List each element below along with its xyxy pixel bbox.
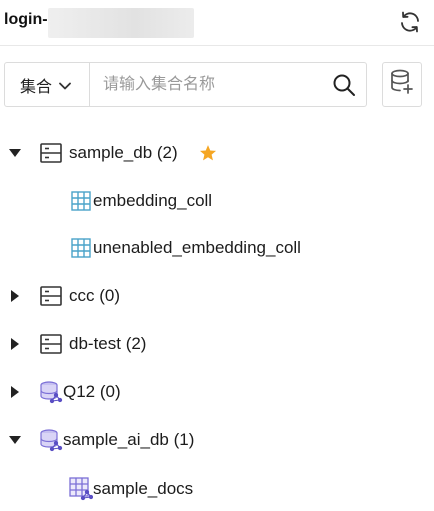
tree-item-label: sample_docs <box>93 479 194 498</box>
redacted-instance-name <box>48 8 194 38</box>
ai-database-icon <box>39 428 63 452</box>
collection-search-input[interactable] <box>91 64 325 105</box>
tree-item-unenabled-embedding-coll[interactable]: unenabled_embedding_coll <box>0 228 434 268</box>
search-icon[interactable] <box>329 70 359 100</box>
add-database-button[interactable] <box>382 62 422 107</box>
caret-down-icon[interactable] <box>8 433 22 447</box>
caret-right-icon[interactable] <box>8 385 22 399</box>
instance-title: login- <box>4 11 48 28</box>
tree-item-embedding-coll[interactable]: embedding_coll <box>0 181 434 221</box>
header-bar: login- <box>0 0 434 46</box>
tree-item-q12[interactable]: Q12 (0) <box>0 372 434 412</box>
tree-item-sample-docs[interactable]: sample_docs <box>0 469 434 509</box>
tree-item-label: unenabled_embedding_coll <box>93 238 301 257</box>
chevron-down-icon <box>59 77 71 95</box>
tree-item-label: ccc (0) <box>69 286 120 305</box>
ai-database-icon <box>39 380 63 404</box>
tree-item-sample-db[interactable]: sample_db (2) <box>0 133 434 173</box>
tree-item-label: sample_ai_db (1) <box>63 430 195 449</box>
caret-right-icon[interactable] <box>8 337 22 351</box>
tree-item-sample-ai-db[interactable]: sample_ai_db (1) <box>0 420 434 460</box>
tree-item-db-test[interactable]: db-test (2) <box>0 324 434 364</box>
tree-item-label: sample_db (2) <box>69 143 178 162</box>
search-scope-label: 集合 <box>20 78 53 96</box>
tree-item-label: embedding_coll <box>93 191 213 210</box>
tree-item-label: db-test (2) <box>69 334 147 353</box>
tree-item-ccc[interactable]: ccc (0) <box>0 276 434 316</box>
star-icon[interactable] <box>199 144 217 162</box>
database-add-icon <box>390 69 414 100</box>
caret-down-icon[interactable] <box>8 146 22 160</box>
database-icon <box>40 334 62 354</box>
refresh-icon[interactable] <box>396 8 424 36</box>
collection-table-icon <box>71 191 91 211</box>
search-bar: 集合 <box>4 62 367 107</box>
caret-right-icon[interactable] <box>8 289 22 303</box>
database-icon <box>40 286 62 306</box>
search-scope-select[interactable]: 集合 <box>5 63 90 106</box>
tree-item-label: Q12 (0) <box>63 382 121 401</box>
ai-collection-icon <box>69 477 93 501</box>
collection-table-icon <box>71 238 91 258</box>
database-icon <box>40 143 62 163</box>
